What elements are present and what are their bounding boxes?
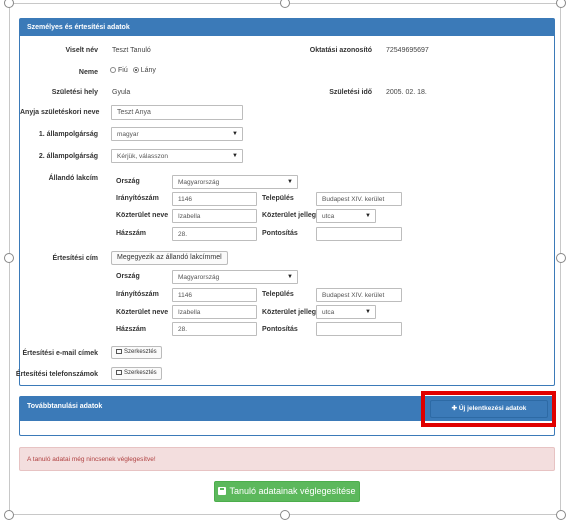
perm-country-value: Magyarország <box>178 179 220 186</box>
perm-city-label: Település <box>262 195 294 202</box>
notify-street-label: Közterület neve <box>116 309 169 316</box>
nationality1-select[interactable]: magyar ▼ <box>111 127 243 141</box>
sex-female-radio[interactable] <box>132 67 139 73</box>
nationality2-select[interactable]: Kérjük, válasszon ▼ <box>111 149 243 163</box>
perm-street-type-label: Közterület jellege <box>262 212 320 219</box>
notify-email-label: Értesítési e-mail címek <box>22 350 99 357</box>
birthplace-label: Születési hely <box>51 89 98 96</box>
chevron-down-icon: ▼ <box>287 179 293 185</box>
sex-male-radio[interactable] <box>110 67 116 73</box>
perm-zip-label: Irányítószám <box>116 195 159 202</box>
sex-female-label: Lány <box>140 67 156 74</box>
resize-handle-right[interactable] <box>556 253 566 263</box>
notify-street-input[interactable]: Izabella <box>172 305 257 319</box>
finalize-button[interactable]: Tanuló adatainak véglegesítése <box>214 481 360 502</box>
save-icon <box>218 487 227 495</box>
name-label: Viselt név <box>65 47 98 54</box>
notify-street-type-value: utca <box>322 309 335 316</box>
birthplace-value: Gyula <box>112 89 131 96</box>
perm-zip-input[interactable]: 1146 <box>172 192 257 206</box>
finalize-label: Tanuló adatainak véglegesítése <box>229 486 356 496</box>
perm-street-input[interactable]: Izabella <box>172 209 257 223</box>
notify-city-input[interactable]: Budapest XIV. kerület <box>316 288 402 302</box>
chevron-down-icon: ▼ <box>365 213 371 219</box>
perm-street-label: Közterület neve <box>116 212 169 219</box>
same-as-permanent-button[interactable]: Megegyezik az állandó lakcímmel <box>111 251 228 265</box>
nationality1-label: 1. állampolgárság <box>38 131 98 138</box>
nationality2-value: Kérjük, válasszon <box>117 153 168 160</box>
notify-house-label: Házszám <box>116 326 146 333</box>
notify-detail-label: Pontosítás <box>262 326 298 333</box>
notify-city-label: Település <box>262 291 294 298</box>
notify-country-value: Magyarország <box>178 274 220 281</box>
edit-icon <box>116 349 122 354</box>
personal-data-header: Személyes és értesítési adatok <box>20 19 554 36</box>
perm-street-type-value: utca <box>322 213 335 220</box>
chevron-down-icon: ▼ <box>287 274 293 280</box>
notify-zip-label: Irányítószám <box>116 291 159 298</box>
mother-name-input[interactable]: Teszt Anya <box>111 105 243 120</box>
birthdate-label: Születési idő <box>329 89 372 96</box>
perm-detail-label: Pontosítás <box>262 230 298 237</box>
perm-street-type-select[interactable]: utca ▼ <box>316 209 376 223</box>
edit-email-button[interactable]: Szerkesztés <box>111 346 162 359</box>
resize-handle-bottom[interactable] <box>280 510 290 520</box>
edit-email-label: Szerkesztés <box>124 349 157 355</box>
mother-name-label: Anyja születéskori neve <box>20 109 100 116</box>
chevron-down-icon: ▼ <box>232 131 238 137</box>
name-value: Teszt Tanuló <box>112 47 151 54</box>
notify-street-type-label: Közterület jellege <box>262 309 320 316</box>
edit-icon <box>116 370 122 375</box>
highlight-box <box>421 391 556 427</box>
notify-house-input[interactable]: 28. <box>172 322 257 336</box>
edu-id-label: Oktatási azonosító <box>309 47 372 54</box>
resize-handle-left[interactable] <box>4 253 14 263</box>
notify-phone-label: Értesítési telefonszámok <box>15 371 98 378</box>
chevron-down-icon: ▼ <box>365 309 371 315</box>
notify-detail-input[interactable] <box>316 322 402 336</box>
edu-id-value: 72549695697 <box>386 47 429 54</box>
permanent-address-label: Állandó lakcím <box>48 175 98 182</box>
not-finalized-alert: A tanuló adatai még nincsenek véglegesít… <box>19 447 555 471</box>
nationality2-label: 2. állampolgárság <box>38 153 98 160</box>
sex-male-label: Fiú <box>118 67 128 74</box>
nationality1-value: magyar <box>117 131 139 138</box>
sex-label: Neme <box>78 69 98 76</box>
notify-country-label: Ország <box>116 273 140 280</box>
perm-house-label: Házszám <box>116 230 146 237</box>
notify-zip-input[interactable]: 1146 <box>172 288 257 302</box>
perm-country-label: Ország <box>116 178 140 185</box>
edit-phone-button[interactable]: Szerkesztés <box>111 367 162 380</box>
notify-country-select[interactable]: Magyarország ▼ <box>172 270 298 284</box>
perm-city-input[interactable]: Budapest XIV. kerület <box>316 192 402 206</box>
notify-address-label: Értesítési cím <box>52 255 98 262</box>
resize-handle-bottom-right[interactable] <box>556 510 566 520</box>
birthdate-value: 2005. 02. 18. <box>386 89 427 96</box>
sex-radio-group: Fiú Lány <box>110 67 156 74</box>
notify-street-type-select[interactable]: utca ▼ <box>316 305 376 319</box>
resize-handle-top-right[interactable] <box>556 0 566 8</box>
edit-phone-label: Szerkesztés <box>124 370 157 376</box>
perm-country-select[interactable]: Magyarország ▼ <box>172 175 298 189</box>
resize-handle-bottom-left[interactable] <box>4 510 14 520</box>
chevron-down-icon: ▼ <box>232 153 238 159</box>
perm-detail-input[interactable] <box>316 227 402 241</box>
perm-house-input[interactable]: 28. <box>172 227 257 241</box>
